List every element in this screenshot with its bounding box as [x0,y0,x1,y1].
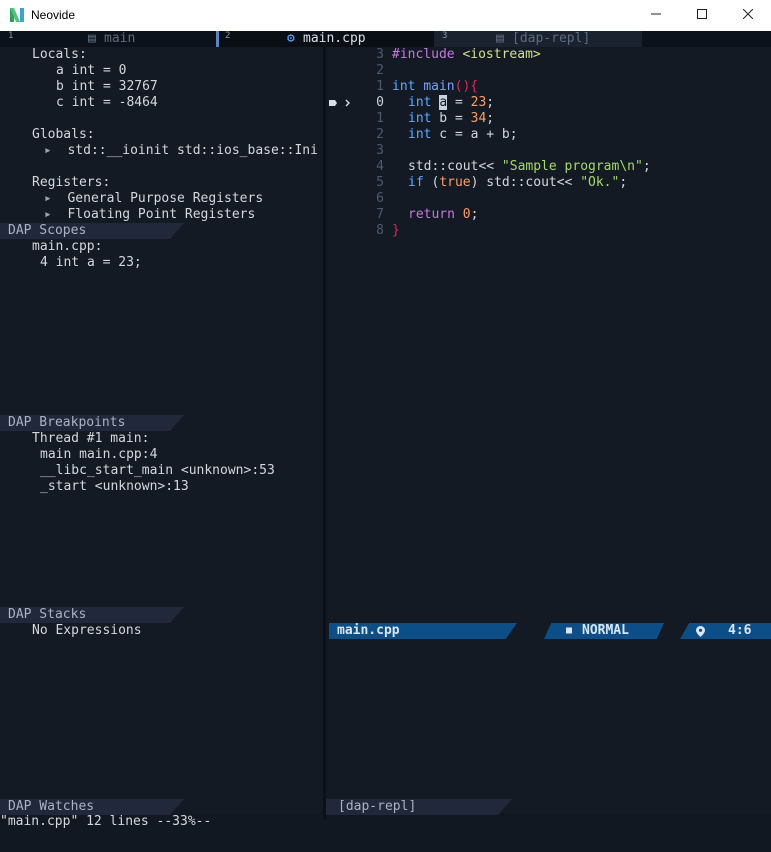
tab-label: main [104,31,136,46]
status-file: main.cpp [337,623,400,638]
stack-frame[interactable]: __libc_start_main <unknown>:53 [40,463,275,479]
expand-arrow-icon: ▸ [44,143,52,158]
header-slant [498,799,512,815]
header-slant [170,223,184,239]
dap-watches-header: DAP Watches [8,799,95,814]
line-number: 3 [376,143,384,158]
cpp-icon: ⚙ [287,31,295,46]
line-number: 3 [376,47,384,62]
dap-repl-header: [dap-repl] [338,799,417,814]
minimize-button[interactable] [633,0,679,31]
tab-main-cpp[interactable]: 2 ⚙ main.cpp [219,31,434,47]
neovide-logo-icon [10,8,24,22]
line-number: 1 [376,79,384,94]
registers-label: Registers: [32,175,111,190]
globals-label: Globals: [32,127,95,142]
line-number: 6 [376,191,384,206]
breakpoint-entry[interactable]: 4 int a = 23; [40,255,142,271]
tab-dap-repl[interactable]: 3 ▤ [dap-repl] [434,31,642,47]
code-line: if (true) std::cout<< "Ok."; [408,175,628,190]
neovide-window: Neovide 1 ▤ main 2 ⚙ main.cpp 3 ▤ [dap-r… [0,0,771,852]
tab-label: main.cpp [303,31,366,46]
message-line: "main.cpp" 12 lines --33%-- [0,814,212,829]
line-number: 8 [376,223,384,238]
code-line: return 0; [408,207,479,222]
local-var-a[interactable]: a int = 0 [56,63,126,79]
stack-frame[interactable]: main main.cpp:4 [40,447,157,463]
statusline: main.cpp ■ NORMAL 4:6 [326,623,771,639]
line-number: 5 [376,175,384,190]
dap-sidebar: Locals: a int = 0 b int = 32767 c int = … [0,47,323,815]
code-editor[interactable]: 3 2 1 0 1 2 3 4 5 6 7 8 #include <iostre… [326,47,771,815]
tab-number: 1 [8,31,14,41]
title-bar: Neovide [0,0,771,31]
locals-label: Locals: [32,47,87,62]
line-number: 2 [376,127,384,142]
status-mode: NORMAL [582,623,629,638]
file-icon: ▤ [496,31,504,46]
stack-frame[interactable]: _start <unknown>:13 [40,479,189,495]
header-slant [170,607,184,623]
line-number-current: 0 [376,95,384,110]
close-icon [742,8,754,20]
watches-empty: No Expressions [32,623,142,638]
header-slant [170,415,184,431]
code-line: #include <iostream> [392,47,541,62]
registers-float[interactable]: ▸ Floating Point Registers [44,207,255,223]
mode-icon: ■ [566,625,573,636]
tab-indicator [216,31,219,47]
line-number: 2 [376,63,384,78]
maximize-icon [697,9,707,19]
stack-thread[interactable]: Thread #1 main: [32,431,149,447]
file-icon: ▤ [88,31,96,46]
text-cursor: a [439,95,448,110]
breakpoint-icon[interactable] [329,99,353,107]
line-number: 7 [376,207,384,222]
code-line: int c = a + b; [408,127,518,142]
code-line: int b = 34; [408,111,495,126]
code-line: int main(){ [392,79,479,94]
local-var-c[interactable]: c int = -8464 [56,95,158,111]
status-position-segment: 4:6 [680,623,771,639]
code-line: } [392,223,400,238]
dap-breakpoints-header: DAP Breakpoints [8,415,126,430]
tabline: 1 ▤ main 2 ⚙ main.cpp 3 ▤ [dap-repl] [0,31,771,47]
window-title: Neovide [31,8,76,22]
line-number: 4 [376,159,384,174]
tab-number: 3 [442,31,448,41]
close-button[interactable] [725,0,771,31]
expand-arrow-icon: ▸ [44,207,52,222]
local-var-b[interactable]: b int = 32767 [56,79,158,95]
status-file-segment: main.cpp [329,623,517,639]
maximize-button[interactable] [679,0,725,31]
header-slant [170,799,184,815]
minimize-icon [651,13,661,15]
globals-item[interactable]: ▸ std::__ioinit std::ios_base::Ini [44,143,318,159]
code-line-current: int a = 23; [408,95,495,110]
line-number: 1 [376,111,384,126]
location-pin-icon [696,626,705,637]
status-position: 4:6 [728,623,752,638]
tab-label: [dap-repl] [512,31,591,46]
dap-stacks-header: DAP Stacks [8,607,87,622]
registers-general[interactable]: ▸ General Purpose Registers [44,191,263,207]
code-line: std::cout<< "Sample program\n"; [408,159,651,174]
expand-arrow-icon: ▸ [44,191,52,206]
status-mode-segment: ■ NORMAL [544,623,664,639]
dap-scopes-header: DAP Scopes [8,223,87,238]
tab-main[interactable]: 1 ▤ main [0,31,216,47]
tab-number: 2 [225,31,231,41]
breakpoint-file: main.cpp: [32,239,103,254]
